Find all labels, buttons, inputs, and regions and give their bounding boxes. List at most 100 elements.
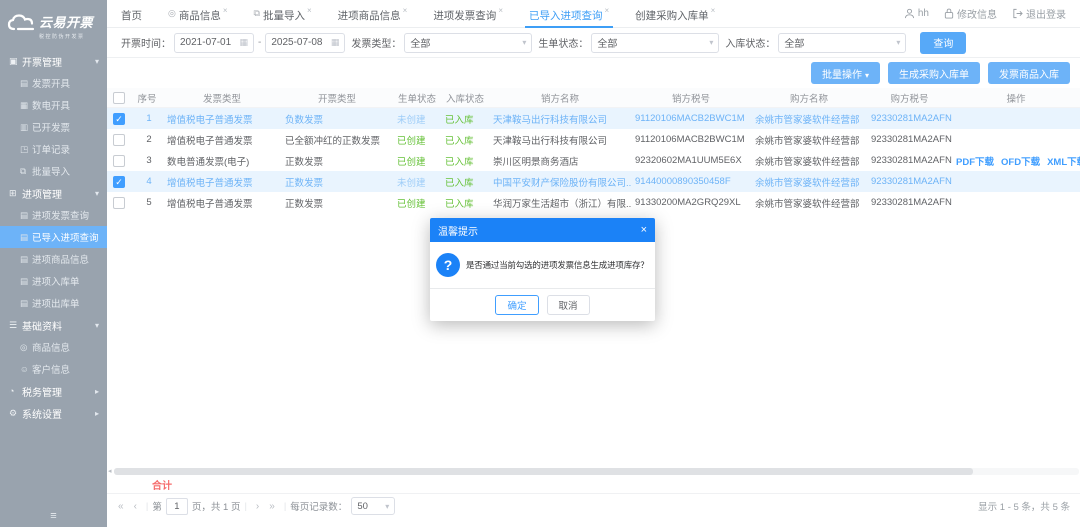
user-menu[interactable]: hh bbox=[904, 8, 929, 19]
tab-首页[interactable]: 首页 bbox=[121, 0, 142, 28]
sidebar-group-进项管理[interactable]: ⊞进项管理▾ bbox=[0, 182, 107, 204]
table-row[interactable]: 5增值税电子普通发票正数发票已创建已入库华润万家生活超市（浙江）有限...913… bbox=[107, 192, 1080, 213]
row-checkbox[interactable] bbox=[113, 197, 125, 209]
date-from-input[interactable]: 2021-07-01 ▦ bbox=[174, 33, 254, 53]
sidebar-item-发票开具[interactable]: ▤发票开具 bbox=[0, 72, 107, 94]
next-page-button[interactable]: › bbox=[256, 501, 259, 512]
stock-status-label: 入库状态： bbox=[725, 35, 775, 50]
sidebar-group-label: 系统设置 bbox=[22, 406, 62, 421]
query-button[interactable]: 查询 bbox=[920, 32, 966, 54]
row-seq: 1 bbox=[131, 113, 163, 124]
sidebar-item-进项入库单[interactable]: ▤进项入库单 bbox=[0, 270, 107, 292]
close-icon[interactable]: × bbox=[711, 6, 716, 15]
select-all-checkbox[interactable] bbox=[113, 92, 125, 104]
tab-进项商品信息[interactable]: 进项商品信息× bbox=[338, 0, 408, 28]
order-status-select[interactable]: 全部 ▾ bbox=[591, 33, 719, 53]
column-header-发票类型: 发票类型 bbox=[163, 91, 281, 105]
tab-创建采购入库单[interactable]: 创建采购入库单× bbox=[635, 0, 715, 28]
sidebar-item-数电开具[interactable]: ▦数电开具 bbox=[0, 94, 107, 116]
sidebar-group-基础资料[interactable]: ☰基础资料▾ bbox=[0, 314, 107, 336]
date-to-input[interactable]: 2025-07-08 ▦ bbox=[265, 33, 345, 53]
date-to-value: 2025-07-08 bbox=[271, 37, 322, 48]
table-row[interactable]: ✓4增值税电子普通发票正数发票未创建已入库中国平安财产保险股份有限公司...91… bbox=[107, 171, 1080, 192]
tab-label: 创建采购入库单 bbox=[635, 8, 709, 23]
sidebar-item-商品信息[interactable]: ◎商品信息 bbox=[0, 336, 107, 358]
scrollbar-thumb[interactable] bbox=[114, 468, 973, 475]
tab-商品信息[interactable]: ◎商品信息× bbox=[168, 0, 228, 28]
row-checkbox[interactable] bbox=[113, 155, 125, 167]
stock-status-select[interactable]: 全部 ▾ bbox=[778, 33, 906, 53]
tab-进项发票查询[interactable]: 进项发票查询× bbox=[433, 0, 503, 28]
close-icon[interactable]: × bbox=[604, 6, 609, 15]
last-page-button[interactable]: » bbox=[269, 501, 275, 512]
edit-info-button[interactable]: 修改信息 bbox=[944, 6, 997, 21]
sidebar-item-批量导入[interactable]: ⧉批量导入 bbox=[0, 160, 107, 182]
per-page-value: 50 bbox=[357, 501, 368, 512]
download-link-OFD下载[interactable]: OFD下载 bbox=[1001, 157, 1040, 168]
filter-bar: 开票时间： 2021-07-01 ▦ - 2025-07-08 ▦ 发票类型： … bbox=[107, 28, 1080, 58]
invoice-type-cell: 数电普通发票(电子) bbox=[163, 154, 281, 168]
invoice-manage-icon: ▣ bbox=[9, 56, 22, 67]
table-row[interactable]: 3数电普通发票(电子)正数发票已创建已入库崇川区明景商务酒店92320602MA… bbox=[107, 150, 1080, 171]
tax-manage-icon: ◔ bbox=[9, 386, 22, 396]
total-label: 合计 bbox=[152, 477, 172, 492]
logout-button[interactable]: 退出登录 bbox=[1012, 6, 1066, 21]
sidebar-item-进项出库单[interactable]: ▤进项出库单 bbox=[0, 292, 107, 314]
base-data-icon: ☰ bbox=[9, 320, 22, 331]
invoice-goods-inbound-button[interactable]: 发票商品入库 bbox=[988, 62, 1070, 84]
close-icon[interactable]: × bbox=[223, 6, 228, 15]
generate-purchase-inbound-button[interactable]: 生成采购入库单 bbox=[888, 62, 980, 84]
goods-icon: ◎ bbox=[20, 342, 32, 353]
tab-icon: ◎ bbox=[168, 8, 176, 19]
brand-tagline: 税控防伪开发票 bbox=[39, 33, 93, 40]
row-checkbox[interactable]: ✓ bbox=[113, 176, 125, 188]
tab-批量导入[interactable]: ⧉批量导入× bbox=[254, 0, 312, 28]
page-number-input[interactable]: 1 bbox=[166, 498, 188, 515]
sidebar-item-label: 已开发票 bbox=[32, 120, 70, 134]
table-row[interactable]: ✓1增值税电子普通发票负数发票未创建已入库天津鞍马出行科技有限公司9112010… bbox=[107, 108, 1080, 129]
horizontal-scrollbar: ◂ bbox=[107, 467, 1080, 476]
scrollbar-track[interactable] bbox=[114, 468, 1079, 475]
digital-issue-icon: ▦ bbox=[20, 100, 32, 111]
sidebar-item-进项发票查询[interactable]: ▤进项发票查询 bbox=[0, 204, 107, 226]
sidebar-item-进项商品信息[interactable]: ▤进项商品信息 bbox=[0, 248, 107, 270]
row-checkbox-cell bbox=[107, 155, 131, 167]
close-icon[interactable]: × bbox=[307, 6, 312, 15]
scroll-left-icon[interactable]: ◂ bbox=[108, 467, 112, 476]
table-row[interactable]: 2增值税电子普通发票已全额冲红的正数发票已创建已入库天津鞍马出行科技有限公司91… bbox=[107, 129, 1080, 150]
seller-name-cell: 中国平安财产保险股份有限公司... bbox=[489, 175, 631, 189]
sidebar-group-系统设置[interactable]: ⚙系统设置▸ bbox=[0, 402, 107, 424]
dialog-message: 是否通过当前勾选的进项发票信息生成进项库存？ bbox=[466, 259, 649, 271]
invoice-issue-icon: ▤ bbox=[20, 78, 32, 89]
billing-type-cell: 正数发票 bbox=[281, 154, 393, 168]
confirm-button[interactable]: 确定 bbox=[495, 295, 538, 315]
invoice-type-cell: 增值税电子普通发票 bbox=[163, 112, 281, 126]
batch-actions-button[interactable]: 批量操作▾ bbox=[811, 62, 880, 84]
user-icon bbox=[904, 8, 915, 19]
sidebar-group-税务管理[interactable]: ◔税务管理▸ bbox=[0, 380, 107, 402]
sidebar-item-客户信息[interactable]: ☺客户信息 bbox=[0, 358, 107, 380]
doc-icon: ▤ bbox=[20, 232, 32, 243]
cancel-button[interactable]: 取消 bbox=[547, 295, 590, 315]
download-link-XML下载[interactable]: XML下载 bbox=[1047, 157, 1080, 168]
first-page-button[interactable]: « bbox=[118, 501, 124, 512]
sidebar-group-开票管理[interactable]: ▣开票管理▾ bbox=[0, 50, 107, 72]
sidebar-item-订单记录[interactable]: ◳订单记录 bbox=[0, 138, 107, 160]
close-icon[interactable]: × bbox=[641, 224, 647, 236]
per-page-select[interactable]: 50 ▾ bbox=[351, 497, 395, 515]
close-icon[interactable]: × bbox=[403, 6, 408, 15]
sidebar-collapse-button[interactable]: ≡ bbox=[0, 510, 107, 522]
row-checkbox[interactable] bbox=[113, 134, 125, 146]
buyer-tax-cell: 92330281MA2AFN bbox=[867, 197, 952, 208]
invoice-type-select[interactable]: 全部 ▾ bbox=[404, 33, 532, 53]
stock-status-cell: 已入库 bbox=[441, 175, 489, 189]
sidebar-item-已开发票[interactable]: ▥已开发票 bbox=[0, 116, 107, 138]
download-link-PDF下载[interactable]: PDF下载 bbox=[956, 157, 994, 168]
tab-已导入进项查询[interactable]: 已导入进项查询× bbox=[529, 0, 609, 28]
sidebar-item-label: 商品信息 bbox=[32, 340, 70, 354]
close-icon[interactable]: × bbox=[498, 6, 503, 15]
user-area: hh 修改信息 退出登录 bbox=[904, 6, 1066, 21]
sidebar-item-已导入进项查询[interactable]: ▤已导入进项查询 bbox=[0, 226, 107, 248]
row-checkbox[interactable]: ✓ bbox=[113, 113, 125, 125]
prev-page-button[interactable]: ‹ bbox=[134, 501, 137, 512]
